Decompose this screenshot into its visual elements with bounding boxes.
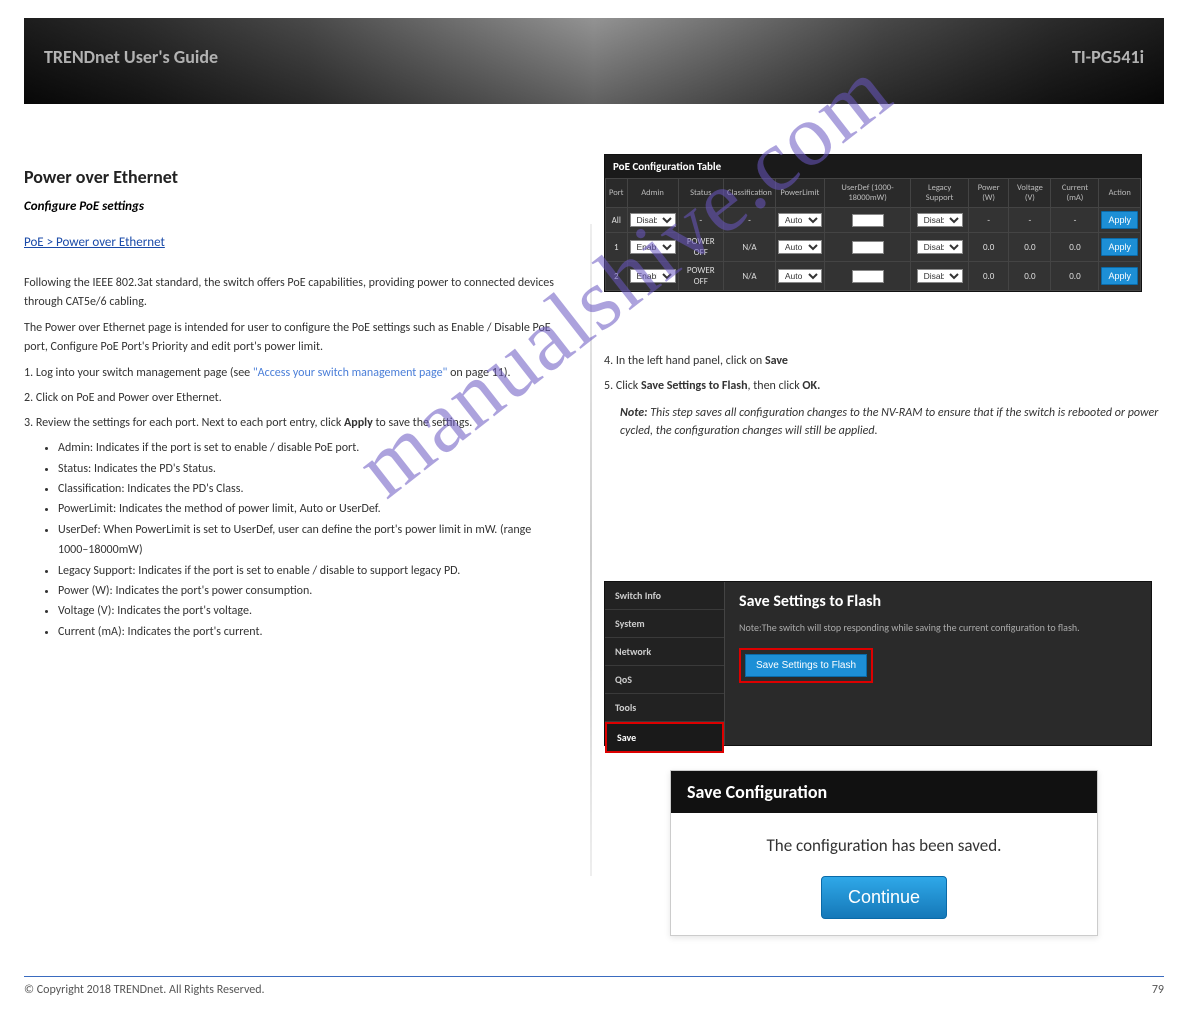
save-settings-panel: Switch Info System Network QoS Tools Sav… [604, 581, 1152, 746]
banner-title-right: TI-PG541i [1072, 46, 1144, 68]
admin-select[interactable]: Enabled [630, 269, 676, 283]
bullet-voltage: Voltage (V): Indicates the port's voltag… [58, 601, 564, 621]
cell-status: - [678, 208, 724, 233]
dialog-title: Save Configuration [671, 771, 1097, 813]
cell-voltage: 0.0 [1009, 233, 1051, 262]
cell-power: - [969, 208, 1009, 233]
th-admin: Admin [627, 179, 678, 208]
th-powerlimit: PowerLimit [775, 179, 824, 208]
cell-current: 0.0 [1051, 262, 1099, 291]
sidebar-item-tools[interactable]: Tools [605, 694, 724, 722]
sidebar-item-system[interactable]: System [605, 610, 724, 638]
page-footer: © Copyright 2018 TRENDnet. All Rights Re… [24, 976, 1164, 997]
cell-current: - [1051, 208, 1099, 233]
sidebar-item-switch-info[interactable]: Switch Info [605, 582, 724, 610]
save-configuration-dialog: Save Configuration The configuration has… [670, 770, 1098, 936]
section-title: Power over Ethernet [24, 164, 564, 191]
admin-select[interactable]: Enabled [630, 240, 676, 254]
apply-button[interactable]: Apply [1101, 238, 1138, 256]
cell-current: 0.0 [1051, 233, 1099, 262]
legacy-select[interactable]: Disabled [917, 269, 963, 283]
cell-status: POWER OFF [678, 233, 724, 262]
bullet-current: Current (mA): Indicates the port's curre… [58, 622, 564, 642]
bullet-power: Power (W): Indicates the port's power co… [58, 581, 564, 601]
th-status: Status [678, 179, 724, 208]
dialog-message: The configuration has been saved. [681, 835, 1087, 856]
cell-classification: N/A [724, 233, 776, 262]
th-port: Port [606, 179, 628, 208]
bullet-classification: Classification: Indicates the PD's Class… [58, 479, 564, 499]
step-2: 2. Click on PoE and Power over Ethernet. [24, 389, 564, 408]
sidebar-item-network[interactable]: Network [605, 638, 724, 666]
footer-page-number: 79 [1152, 983, 1164, 997]
cell-power: 0.0 [969, 262, 1009, 291]
footer-copyright: © Copyright 2018 TRENDnet. All Rights Re… [24, 983, 265, 997]
save-settings-button[interactable]: Save Settings to Flash [745, 654, 867, 677]
powerlimit-select[interactable]: Auto [778, 213, 822, 227]
poe-header-row: Port Admin Status Classification PowerLi… [606, 179, 1141, 208]
step-1: 1. Log into your switch management page … [24, 364, 564, 383]
column-divider [590, 224, 592, 876]
cell-classification: N/A [724, 262, 776, 291]
th-current: Current (mA) [1051, 179, 1099, 208]
step-5: 5. Click Save Settings to Flash, then cl… [604, 377, 1164, 396]
nav-path-link[interactable]: PoE > Power over Ethernet [24, 233, 165, 253]
userdef-input[interactable] [852, 241, 884, 254]
save-panel-title: Save Settings to Flash [739, 592, 1137, 611]
powerlimit-select[interactable]: Auto [778, 240, 822, 254]
step-5-note: Note: This step saves all configuration … [604, 404, 1164, 441]
poe-row: AllDisabled--AutoDisabled---Apply [606, 208, 1141, 233]
bullet-status: Status: Indicates the PD's Status. [58, 459, 564, 479]
cell-voltage: 0.0 [1009, 262, 1051, 291]
poe-row: 1EnabledPOWER OFFN/AAutoDisabled0.00.00.… [606, 233, 1141, 262]
intro-paragraph-2: The Power over Ethernet page is intended… [24, 319, 564, 356]
sidebar-item-save[interactable]: Save [605, 722, 724, 753]
apply-button[interactable]: Apply [1101, 211, 1138, 229]
th-userdef: UserDef (1000-18000mW) [824, 179, 910, 208]
subsection-title: Configure PoE settings [24, 197, 564, 217]
th-power: Power (W) [969, 179, 1009, 208]
poe-table-title: PoE Configuration Table [605, 155, 1141, 178]
poe-configuration-table: PoE Configuration Table Port Admin Statu… [604, 154, 1142, 292]
continue-button[interactable]: Continue [821, 876, 947, 919]
intro-paragraph-1: Following the IEEE 802.3at standard, the… [24, 274, 564, 311]
legacy-select[interactable]: Disabled [917, 240, 963, 254]
apply-button[interactable]: Apply [1101, 267, 1138, 285]
cell-port: 2 [606, 262, 628, 291]
th-legacy: Legacy Support [911, 179, 969, 208]
cell-status: POWER OFF [678, 262, 724, 291]
cell-port: 1 [606, 233, 628, 262]
cell-classification: - [724, 208, 776, 233]
poe-row: 2EnabledPOWER OFFN/AAutoDisabled0.00.00.… [606, 262, 1141, 291]
th-action: Action [1099, 179, 1141, 208]
bullet-legacy: Legacy Support: Indicates if the port is… [58, 561, 564, 581]
userdef-input[interactable] [852, 270, 884, 283]
bullet-admin: Admin: Indicates if the port is set to e… [58, 438, 564, 458]
save-button-highlight: Save Settings to Flash [739, 648, 873, 683]
save-panel-note: Note:The switch will stop responding whi… [739, 621, 1137, 634]
sidebar-item-qos[interactable]: QoS [605, 666, 724, 694]
th-voltage: Voltage (V) [1009, 179, 1051, 208]
admin-select[interactable]: Disabled [630, 213, 676, 227]
cell-port: All [606, 208, 628, 233]
userdef-input[interactable] [852, 214, 884, 227]
step-4: 4. In the left hand panel, click on Save [604, 352, 1164, 371]
bullet-userdef: UserDef: When PowerLimit is set to UserD… [58, 520, 564, 561]
step-1-link[interactable]: "Access your switch management page" [253, 366, 448, 380]
header-banner: TRENDnet User's Guide TI-PG541i [24, 18, 1164, 104]
bullet-powerlimit: PowerLimit: Indicates the method of powe… [58, 499, 564, 519]
save-sidebar: Switch Info System Network QoS Tools Sav… [605, 582, 725, 745]
cell-power: 0.0 [969, 233, 1009, 262]
legacy-select[interactable]: Disabled [917, 213, 963, 227]
cell-voltage: - [1009, 208, 1051, 233]
th-classification: Classification [724, 179, 776, 208]
step-3: 3. Review the settings for each port. Ne… [24, 414, 564, 433]
powerlimit-select[interactable]: Auto [778, 269, 822, 283]
banner-title-left: TRENDnet User's Guide [44, 46, 218, 68]
